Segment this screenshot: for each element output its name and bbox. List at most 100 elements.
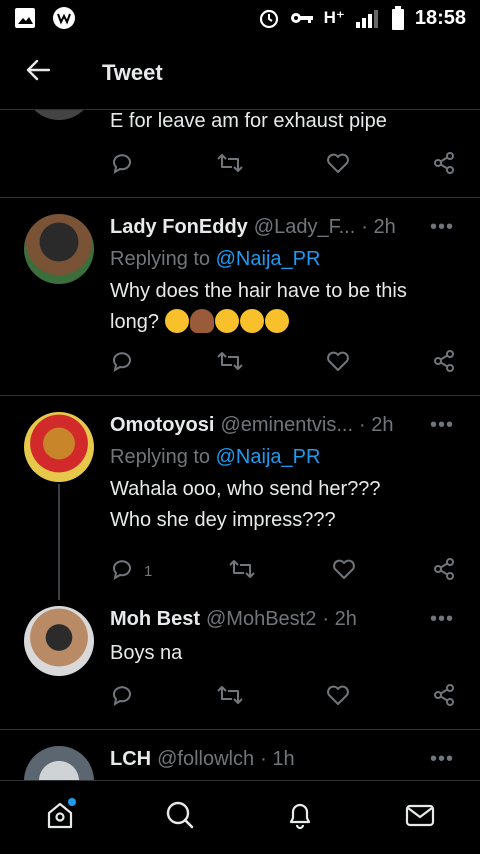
retweet-button[interactable]	[216, 151, 244, 179]
page-title: Tweet	[102, 59, 163, 85]
tweet-feed[interactable]: E for leave am for exhaust pipe Lady Fon…	[0, 110, 480, 780]
author-name[interactable]: LCH	[110, 748, 151, 771]
tweet-item[interactable]: Lady FonEddy @Lady_F... · 2h ••• Replyin…	[0, 198, 480, 396]
retweet-icon	[216, 349, 244, 377]
tweet-item[interactable]: LCH @followlch · 1h •••	[0, 730, 480, 780]
author-name[interactable]: Moh Best	[110, 608, 200, 631]
tweet-time: · 2h	[322, 608, 357, 630]
author-handle[interactable]: @Lady_F...	[254, 216, 355, 239]
nav-search[interactable]	[150, 788, 210, 848]
bell-icon	[284, 799, 316, 836]
network-type: H⁺	[323, 8, 345, 27]
like-icon	[326, 349, 350, 377]
replying-to-label: Replying to	[110, 446, 216, 468]
back-arrow-icon	[25, 59, 51, 86]
thinking-face-emoji	[164, 309, 189, 333]
gallery-icon	[14, 7, 36, 29]
like-icon	[332, 557, 356, 585]
more-options-button[interactable]: •••	[430, 748, 454, 771]
share-button[interactable]	[432, 557, 456, 585]
share-button[interactable]	[432, 683, 456, 711]
like-button[interactable]	[326, 151, 350, 179]
like-button[interactable]	[326, 349, 350, 377]
author-name[interactable]: Lady FonEddy	[110, 216, 248, 239]
notification-dot	[68, 797, 76, 806]
avatar[interactable]	[24, 606, 94, 676]
author-handle[interactable]: @eminentvis...	[220, 414, 353, 437]
thread-connector	[58, 484, 60, 600]
mail-icon	[404, 799, 436, 836]
tweet-header: Lady FonEddy @Lady_F... · 2h	[110, 216, 456, 239]
replying-to: Replying to @Naija_PR	[110, 446, 320, 469]
tweet-item[interactable]: E for leave am for exhaust pipe	[0, 110, 480, 198]
like-icon	[326, 151, 350, 179]
tweet-actions	[110, 682, 456, 712]
reply-button[interactable]: 1	[110, 557, 152, 585]
person-shrugging-emoji	[189, 309, 214, 333]
app-notification-icon	[52, 6, 76, 30]
battery-icon	[391, 6, 405, 30]
tweet-text-line: Who she dey impress???	[110, 509, 336, 531]
tweet-header: Moh Best @MohBest2 · 2h	[110, 608, 456, 631]
share-button[interactable]	[432, 151, 456, 179]
avatar[interactable]	[24, 746, 94, 780]
reply-icon	[110, 557, 134, 585]
author-handle[interactable]: @followlch	[157, 748, 254, 771]
share-icon	[432, 349, 456, 377]
like-button[interactable]	[326, 683, 350, 711]
reply-button[interactable]	[110, 683, 134, 711]
retweet-button[interactable]	[228, 557, 256, 585]
like-button[interactable]	[332, 557, 356, 585]
tears-of-joy-emoji	[214, 309, 239, 333]
nav-home[interactable]	[30, 788, 90, 848]
retweet-icon	[228, 557, 256, 585]
reply-button[interactable]	[110, 151, 134, 179]
share-icon	[432, 683, 456, 711]
tweet-actions: 1	[110, 556, 456, 586]
retweet-icon	[216, 683, 244, 711]
replying-to-handle[interactable]: @Naija_PR	[216, 446, 321, 468]
search-icon	[164, 799, 196, 836]
key-icon	[290, 11, 314, 25]
author-handle[interactable]: @MohBest2	[206, 608, 316, 631]
tweet-text: Wahala ooo, who send her??? Who she dey …	[110, 474, 450, 536]
top-app-bar: Tweet	[0, 36, 480, 110]
tweet-text: Why does the hair have to be this long?	[110, 276, 450, 338]
tears-of-joy-emoji	[264, 309, 289, 333]
like-icon	[326, 683, 350, 711]
tweet-text: E for leave am for exhaust pipe	[110, 110, 387, 132]
nav-messages[interactable]	[390, 788, 450, 848]
tweet-header: Omotoyosi @eminentvis... · 2h	[110, 414, 456, 437]
retweet-button[interactable]	[216, 349, 244, 377]
tweet-time: · 2h	[361, 216, 396, 238]
status-bar: H⁺ 18:58	[0, 0, 480, 36]
reply-icon	[110, 151, 134, 179]
retweet-button[interactable]	[216, 683, 244, 711]
tweet-item[interactable]: Moh Best @MohBest2 · 2h ••• Boys na	[0, 596, 480, 730]
avatar[interactable]	[24, 412, 94, 482]
clock: 18:58	[414, 6, 466, 29]
tweet-header: LCH @followlch · 1h	[110, 748, 456, 771]
back-button[interactable]	[0, 36, 76, 110]
avatar[interactable]	[24, 110, 94, 120]
share-icon	[432, 557, 456, 585]
reply-icon	[110, 683, 134, 711]
share-icon	[432, 151, 456, 179]
reply-icon	[110, 349, 134, 377]
alarm-icon	[258, 7, 280, 29]
more-options-button[interactable]: •••	[430, 216, 454, 239]
tweet-actions	[110, 150, 456, 180]
reply-button[interactable]	[110, 349, 134, 377]
author-name[interactable]: Omotoyosi	[110, 414, 214, 437]
replying-to-label: Replying to	[110, 248, 216, 270]
replying-to-handle[interactable]: @Naija_PR	[216, 248, 321, 270]
signal-icon	[355, 8, 381, 28]
tweet-item[interactable]: Omotoyosi @eminentvis... · 2h ••• Replyi…	[0, 396, 480, 600]
avatar[interactable]	[24, 214, 94, 284]
share-button[interactable]	[432, 349, 456, 377]
more-options-button[interactable]: •••	[430, 608, 454, 631]
more-options-button[interactable]: •••	[430, 414, 454, 437]
reply-count: 1	[144, 562, 153, 580]
nav-notifications[interactable]	[270, 788, 330, 848]
bottom-navigation	[0, 780, 480, 854]
